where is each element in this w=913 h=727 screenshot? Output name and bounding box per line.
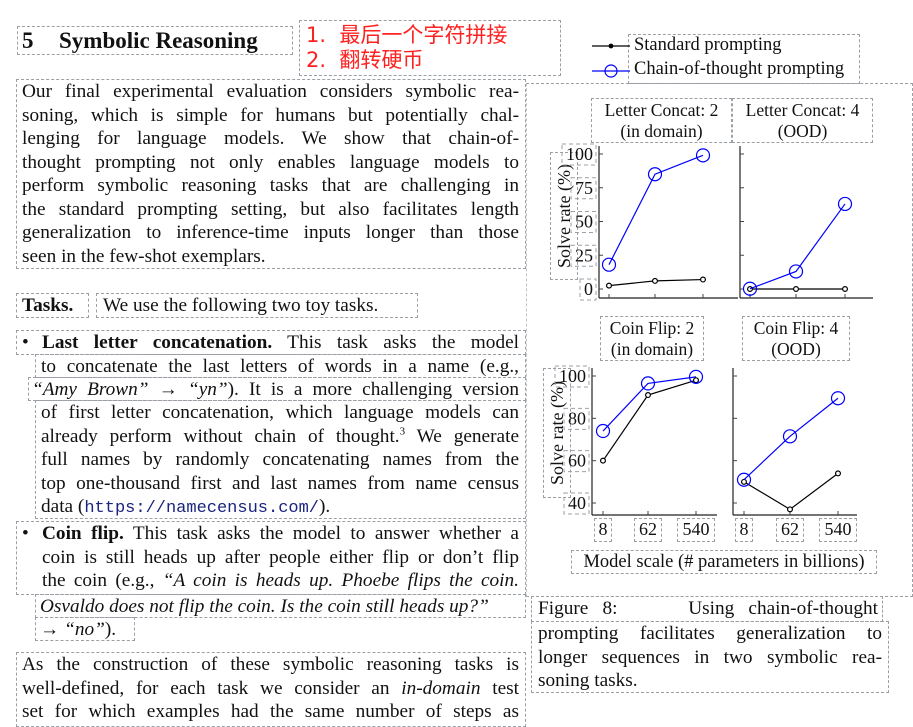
figure-caption-line-1: Figure 8: Using chain-of-thought: [531, 596, 883, 622]
figure-frame: [526, 83, 913, 597]
caption-line: longer sequences in two symbolic rea-: [538, 646, 882, 668]
caption-line: soning tasks.: [538, 670, 638, 691]
caption-line: prompting facilitates generalization to: [538, 623, 882, 644]
figure-caption: prompting facilitates generalization to …: [531, 621, 889, 693]
